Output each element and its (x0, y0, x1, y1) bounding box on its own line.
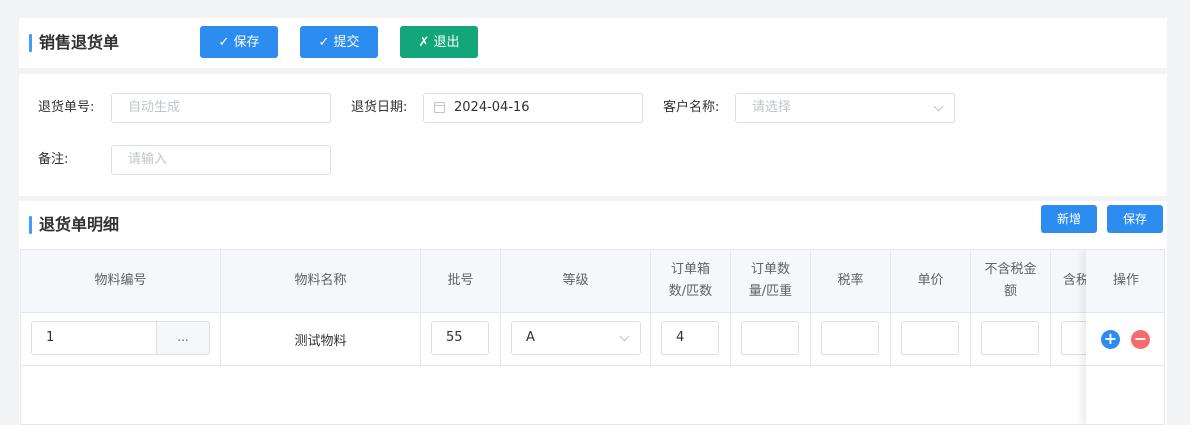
header-material-no: 物料编号 (21, 250, 221, 313)
header-order-qty-line2: 量/匹重 (748, 284, 793, 299)
header-unit-price: 单价 (891, 250, 971, 313)
chevron-down-icon (933, 101, 944, 112)
detail-title: 退货单明细 (29, 215, 119, 235)
check-icon: ✓ (318, 34, 330, 49)
order-qty-input[interactable] (741, 321, 799, 355)
save-button-label: 保存 (233, 34, 260, 49)
header-order-qty: 订单数 量/匹重 (731, 250, 811, 313)
calendar-icon (434, 102, 445, 113)
material-picker-button[interactable]: ... (156, 321, 210, 355)
actions-column: 操作 + − (1086, 250, 1164, 424)
return-date-picker[interactable]: 2024-04-16 (423, 93, 643, 123)
chevron-down-icon (619, 331, 630, 342)
save-detail-button[interactable]: 保存 (1107, 205, 1163, 233)
header-excl-tax-line1: 不含税金 (984, 262, 1037, 277)
exit-button[interactable]: ✗ 退出 (400, 26, 478, 58)
header-order-qty-line1: 订单数 (750, 262, 790, 277)
submit-button-label: 提交 (333, 34, 360, 49)
minus-circle-icon[interactable]: − (1131, 330, 1150, 349)
add-row-button[interactable]: 新增 (1041, 205, 1097, 233)
batch-input[interactable]: 55 (431, 321, 489, 355)
header-panel: 销售退货单 ✓ 保存 ✓ 提交 ✗ 退出 (19, 18, 1167, 68)
table-cell-unit-price (891, 313, 971, 366)
submit-button[interactable]: ✓ 提交 (300, 26, 378, 58)
grade-select[interactable]: A (511, 321, 641, 355)
order-boxes-input[interactable]: 4 (661, 321, 719, 355)
save-button[interactable]: ✓ 保存 (200, 26, 278, 58)
customer-select[interactable]: 请选择 (735, 93, 955, 123)
table-cell-order-boxes: 4 (651, 313, 731, 366)
table-cell-grade: A (501, 313, 651, 366)
header-material-name: 物料名称 (221, 250, 421, 313)
material-no-input[interactable]: 1 (31, 321, 157, 355)
header-order-boxes: 订单箱 数/匹数 (651, 250, 731, 313)
table-cell-tax-rate (811, 313, 891, 366)
return-date-label: 退货日期: (351, 100, 408, 115)
customer-placeholder: 请选择 (752, 100, 792, 115)
table-cell-batch: 55 (421, 313, 501, 366)
x-icon: ✗ (418, 34, 430, 49)
header-order-boxes-line1: 订单箱 (670, 262, 710, 277)
header-actions: 操作 (1086, 250, 1164, 313)
header-batch: 批号 (421, 250, 501, 313)
remark-input[interactable]: 请输入 (111, 145, 331, 175)
detail-table: 物料编号 物料名称 批号 等级 订单箱 数/匹数 订单数 量/匹重 税率 单价 … (20, 249, 1165, 425)
grade-value: A (526, 330, 535, 345)
exit-button-label: 退出 (433, 34, 460, 49)
return-no-input[interactable]: 自动生成 (111, 93, 331, 123)
remark-label: 备注: (38, 152, 69, 167)
table-cell-excl-tax (971, 313, 1051, 366)
header-excl-tax: 不含税金 额 (971, 250, 1051, 313)
form-panel: 退货单号: 自动生成 退货日期: 2024-04-16 客户名称: 请选择 备注… (19, 74, 1167, 196)
unit-price-input[interactable] (901, 321, 959, 355)
customer-label: 客户名称: (663, 100, 720, 115)
return-date-value: 2024-04-16 (454, 100, 530, 115)
table-cell-material-no: 1 ... (21, 313, 221, 366)
tax-rate-input[interactable] (821, 321, 879, 355)
header-order-boxes-line2: 数/匹数 (668, 284, 713, 299)
page-title: 销售退货单 (29, 33, 119, 53)
return-no-label: 退货单号: (38, 100, 95, 115)
table-cell-material-name: 测试物料 (221, 313, 421, 366)
header-grade: 等级 (501, 250, 651, 313)
excl-tax-input[interactable] (981, 321, 1039, 355)
plus-circle-icon[interactable]: + (1101, 330, 1120, 349)
header-excl-tax-line2: 额 (1003, 284, 1017, 299)
table-cell-actions: + − (1086, 313, 1164, 366)
header-tax-rate: 税率 (811, 250, 891, 313)
table-cell-order-qty (731, 313, 811, 366)
check-icon: ✓ (218, 34, 230, 49)
